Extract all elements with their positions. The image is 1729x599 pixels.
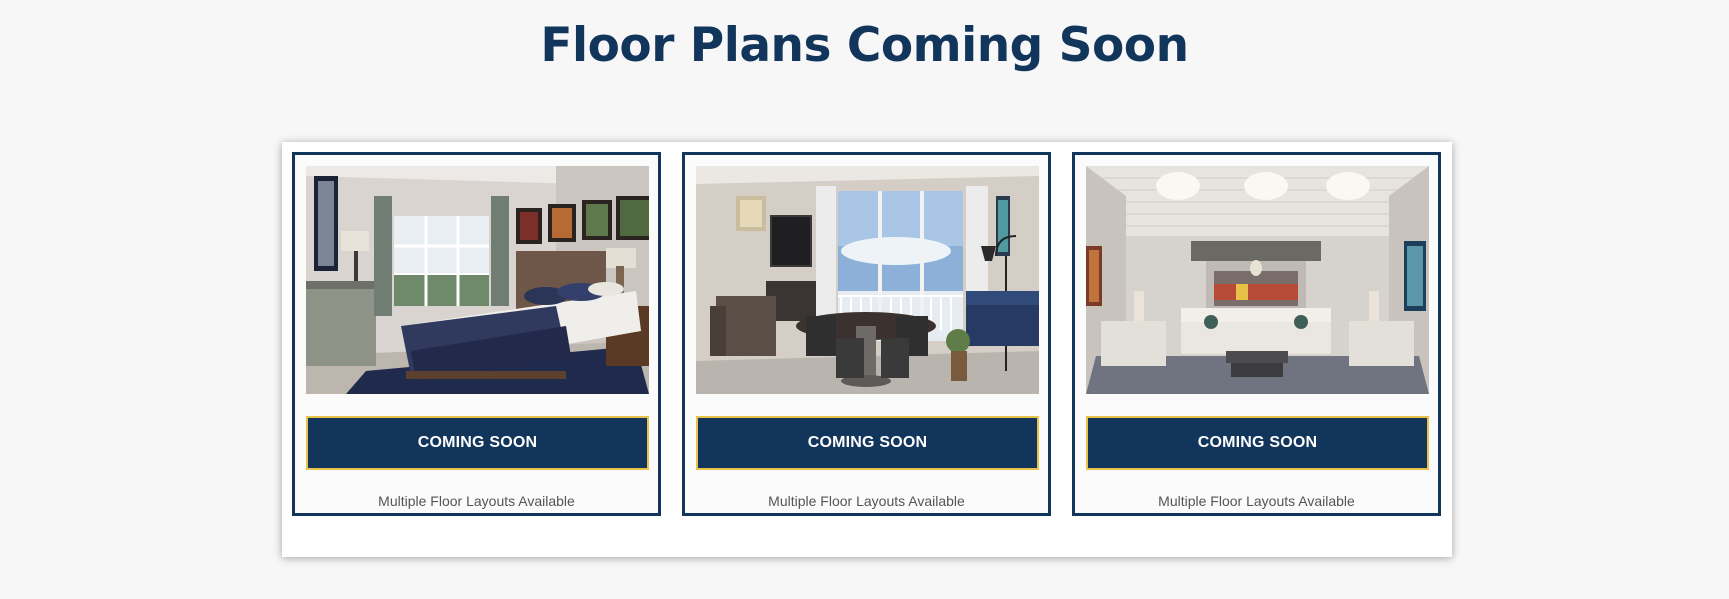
floor-plan-card: COMING SOON Multiple Floor Layouts Avail… [1072,152,1441,516]
floor-plan-card: COMING SOON Multiple Floor Layouts Avail… [682,152,1051,516]
card-caption: Multiple Floor Layouts Available [768,493,965,509]
coming-soon-button[interactable]: COMING SOON [696,416,1039,470]
bedroom-photo [306,166,649,394]
living-room-photo [1086,166,1429,394]
page-title: Floor Plans Coming Soon [540,18,1189,73]
card-caption: Multiple Floor Layouts Available [378,493,575,509]
coming-soon-button[interactable]: COMING SOON [1086,416,1429,470]
dining-room-photo [696,166,1039,394]
card-caption: Multiple Floor Layouts Available [1158,493,1355,509]
floor-plan-card: COMING SOON Multiple Floor Layouts Avail… [292,152,661,516]
floor-plans-panel: COMING SOON Multiple Floor Layouts Avail… [282,142,1452,557]
coming-soon-button[interactable]: COMING SOON [306,416,649,470]
